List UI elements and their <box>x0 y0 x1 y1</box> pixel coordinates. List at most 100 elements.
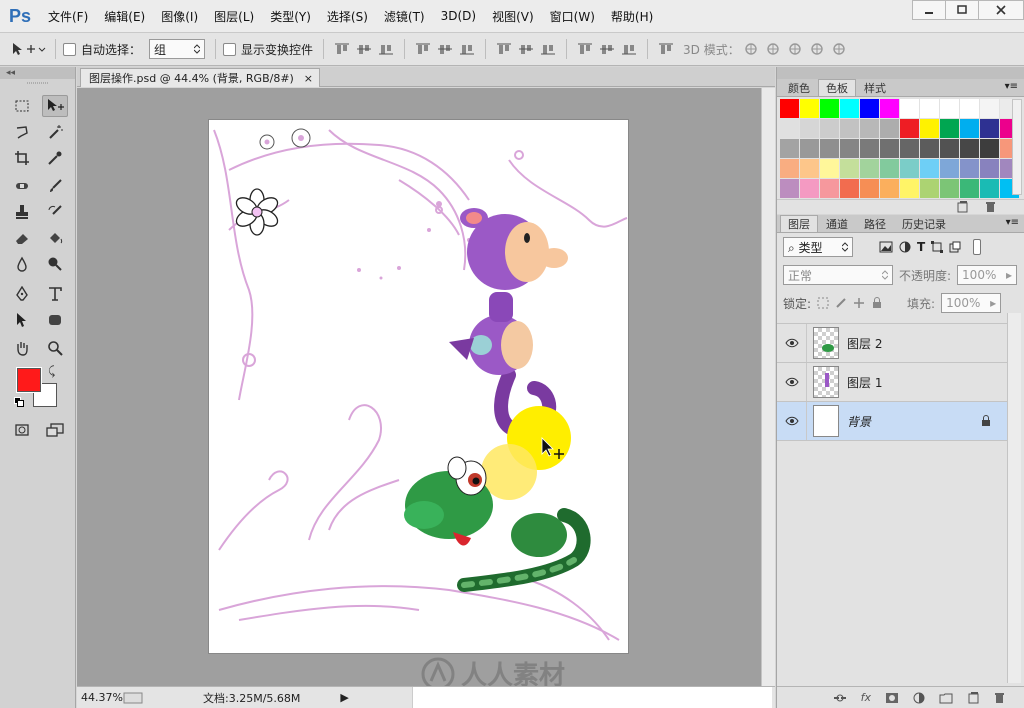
color-swatch[interactable] <box>820 119 839 138</box>
layer-row[interactable]: 图层 2 <box>777 324 1007 363</box>
color-swatch[interactable] <box>860 139 879 158</box>
color-swatch[interactable] <box>980 99 999 118</box>
color-swatch[interactable] <box>920 99 939 118</box>
layer-row-selected[interactable]: 背景 <box>777 402 1007 441</box>
scale-3d-button[interactable] <box>828 38 850 60</box>
rectangular-marquee-tool[interactable] <box>9 95 35 117</box>
panel-menu-icon[interactable]: ▾≡ <box>1006 217 1019 228</box>
share-icon[interactable] <box>123 692 143 704</box>
color-swatch[interactable] <box>880 179 899 198</box>
visibility-toggle[interactable] <box>777 324 807 362</box>
link-layers-icon[interactable] <box>833 693 847 703</box>
filter-type-icon[interactable]: T <box>917 240 925 254</box>
new-swatch-icon[interactable] <box>956 201 968 213</box>
tab-history[interactable]: 历史记录 <box>894 215 954 232</box>
quick-mask-button[interactable] <box>9 419 35 441</box>
color-swatch[interactable] <box>860 99 879 118</box>
filter-smart-object-icon[interactable] <box>949 241 961 253</box>
color-swatch[interactable] <box>780 99 799 118</box>
color-swatch[interactable] <box>880 139 899 158</box>
menu-view[interactable]: 视图(V) <box>484 8 542 25</box>
lock-position-icon[interactable] <box>853 297 865 309</box>
show-transform-checkbox[interactable] <box>223 42 237 56</box>
eyedropper-tool[interactable] <box>42 147 68 169</box>
color-swatch[interactable] <box>940 139 959 158</box>
lock-image-icon[interactable] <box>835 297 847 309</box>
roll-3d-button[interactable] <box>762 38 784 60</box>
swap-colors-icon[interactable]: ⤹ <box>48 364 55 379</box>
align-right-button[interactable] <box>456 38 478 60</box>
color-swatch[interactable] <box>800 119 819 138</box>
vertical-scrollbar[interactable] <box>761 88 775 686</box>
align-left-button[interactable] <box>412 38 434 60</box>
zoom-level-field[interactable]: 44.37% <box>77 691 123 704</box>
color-swatch[interactable] <box>880 99 899 118</box>
rotate-3d-button[interactable] <box>740 38 762 60</box>
swatches-scrollbar[interactable] <box>1012 99 1022 195</box>
move-tool[interactable] <box>42 95 68 117</box>
color-swatch[interactable] <box>980 179 999 198</box>
default-colors-icon[interactable] <box>14 397 24 407</box>
tab-paths[interactable]: 路径 <box>856 215 894 232</box>
filter-shape-icon[interactable] <box>931 241 944 253</box>
new-layer-icon[interactable] <box>967 691 979 704</box>
trash-icon[interactable] <box>984 201 996 213</box>
color-swatch[interactable] <box>980 139 999 158</box>
menu-type[interactable]: 类型(Y) <box>262 8 319 25</box>
color-swatch[interactable] <box>860 159 879 178</box>
color-swatch[interactable] <box>800 139 819 158</box>
document-tab[interactable]: 图层操作.psd @ 44.4% (背景, RGB/8#) × <box>80 68 320 87</box>
color-swatch[interactable] <box>840 119 859 138</box>
color-swatch[interactable] <box>800 99 819 118</box>
blur-tool[interactable] <box>9 253 35 275</box>
color-swatch[interactable] <box>860 179 879 198</box>
color-swatch[interactable] <box>900 119 919 138</box>
maximize-button[interactable] <box>945 0 979 20</box>
menu-edit[interactable]: 编辑(E) <box>96 8 153 25</box>
color-swatch[interactable] <box>840 179 859 198</box>
tab-styles[interactable]: 样式 <box>856 79 894 96</box>
menu-layer[interactable]: 图层(L) <box>206 8 262 25</box>
color-swatch[interactable] <box>960 159 979 178</box>
pen-tool[interactable] <box>9 283 35 305</box>
color-swatch[interactable] <box>900 139 919 158</box>
align-hcenter-button[interactable] <box>434 38 456 60</box>
paint-bucket-tool[interactable] <box>42 227 68 249</box>
panel-dock-collapse[interactable] <box>777 67 1024 79</box>
status-menu-arrow[interactable]: ▶ <box>340 691 348 704</box>
type-tool[interactable] <box>42 283 68 305</box>
filter-toggle[interactable] <box>973 239 982 255</box>
color-swatch[interactable] <box>880 119 899 138</box>
path-selection-tool[interactable] <box>9 309 35 331</box>
color-swatch[interactable] <box>980 119 999 138</box>
color-swatch[interactable] <box>820 179 839 198</box>
panel-menu-icon[interactable]: ▾≡ <box>1005 81 1018 92</box>
color-swatch[interactable] <box>800 179 819 198</box>
menu-filter[interactable]: 滤镜(T) <box>376 8 433 25</box>
tool-preset-picker[interactable] <box>8 38 48 60</box>
filter-pixel-icon[interactable] <box>879 241 893 253</box>
distribute-hcenter-button[interactable] <box>596 38 618 60</box>
zoom-tool[interactable] <box>42 337 68 359</box>
color-swatch[interactable] <box>840 139 859 158</box>
foreground-color-swatch[interactable] <box>17 368 41 392</box>
distribute-right-button[interactable] <box>618 38 640 60</box>
lasso-tool[interactable] <box>9 121 35 143</box>
opacity-field[interactable]: 100% ▸ <box>957 265 1018 285</box>
auto-align-button[interactable] <box>655 38 677 60</box>
delete-layer-icon[interactable] <box>993 692 1005 704</box>
hand-tool[interactable] <box>9 337 35 359</box>
color-swatch[interactable] <box>780 179 799 198</box>
visibility-toggle[interactable] <box>777 402 807 440</box>
dodge-tool[interactable] <box>42 253 68 275</box>
crop-tool[interactable] <box>9 147 35 169</box>
menu-image[interactable]: 图像(I) <box>153 8 206 25</box>
color-swatch[interactable] <box>920 139 939 158</box>
close-window-button[interactable] <box>978 0 1024 20</box>
color-swatch[interactable] <box>820 99 839 118</box>
distribute-bottom-button[interactable] <box>537 38 559 60</box>
tools-panel-grip[interactable] <box>0 79 75 87</box>
eraser-tool[interactable] <box>9 227 35 249</box>
layer-row[interactable]: 图层 1 <box>777 363 1007 402</box>
align-top-button[interactable] <box>331 38 353 60</box>
